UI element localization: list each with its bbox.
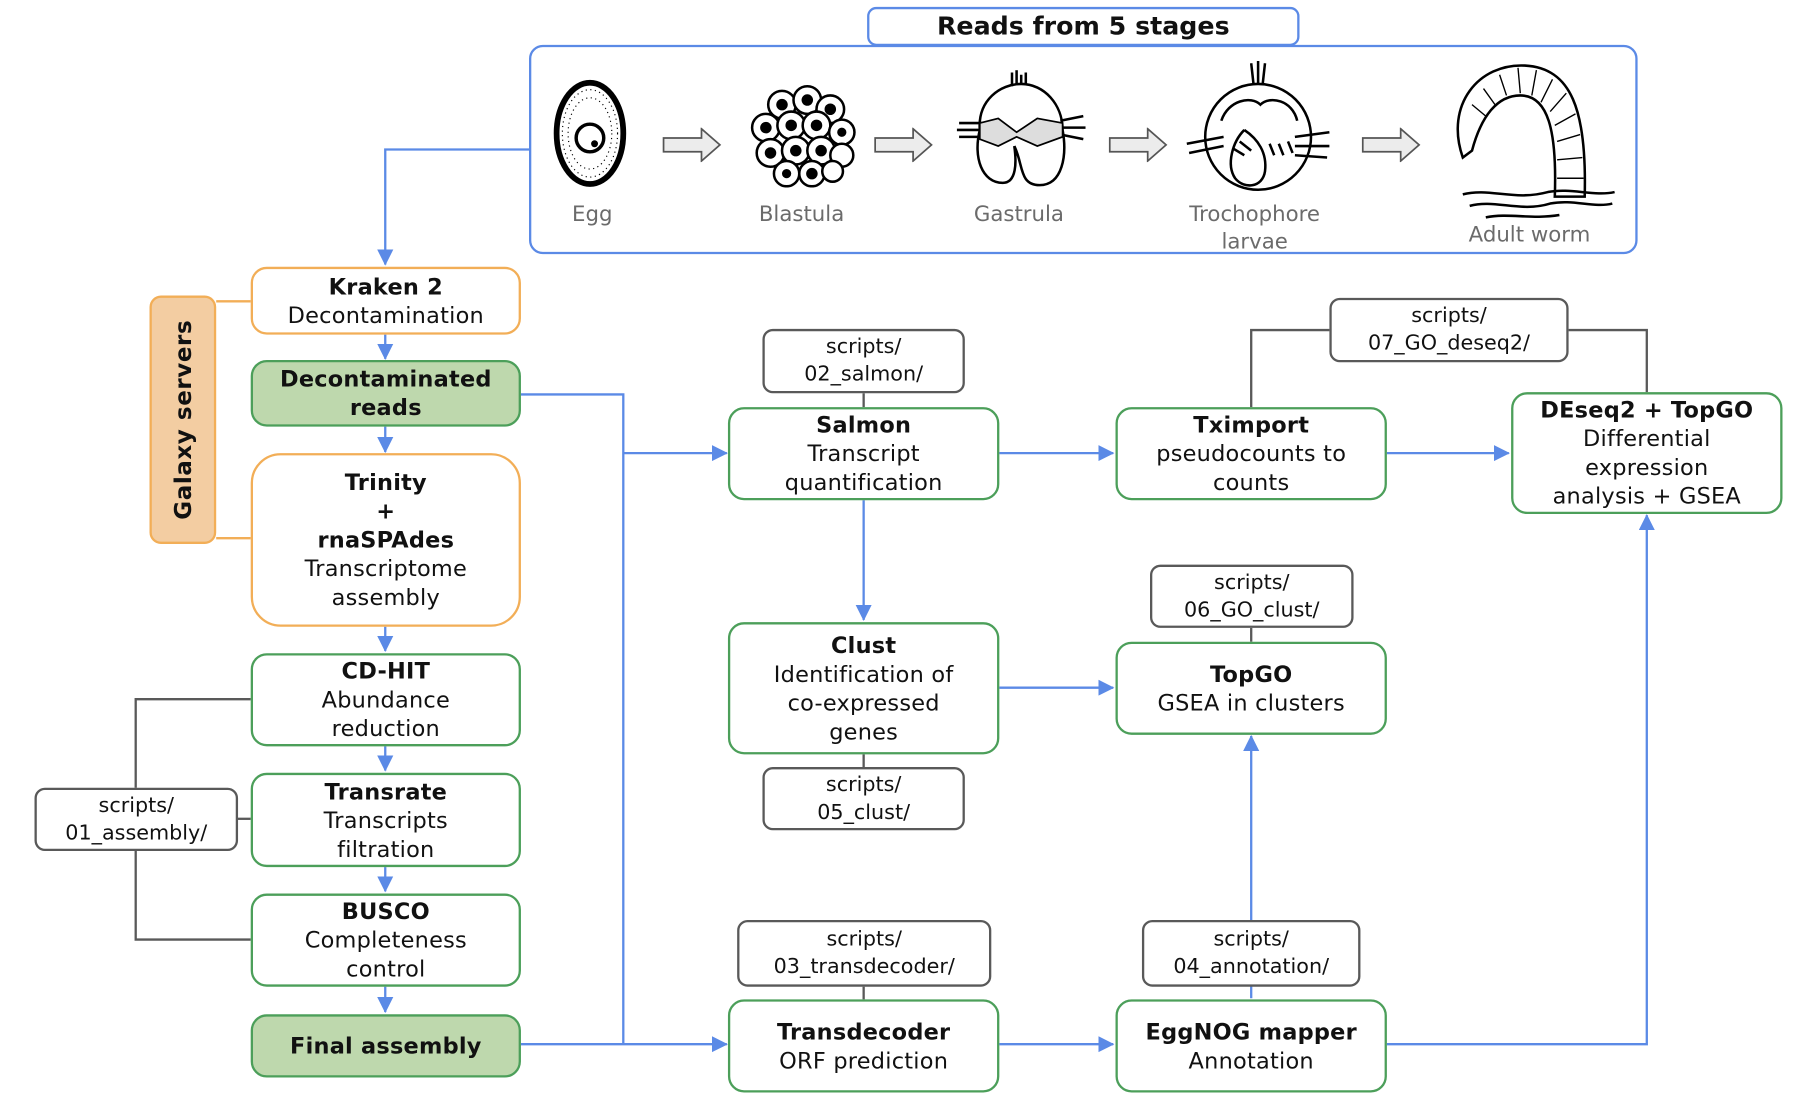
- node-desc: counts: [1213, 469, 1290, 496]
- stage-label-adult-worm: Adult worm: [1468, 223, 1591, 248]
- node-title: Trinity: [344, 469, 427, 496]
- stage-label-gastrula: Gastrula: [973, 202, 1064, 227]
- node-title: Clust: [830, 631, 897, 659]
- pipeline-diagram: Reads from 5 stages Egg Blastula Gastrul…: [0, 0, 1794, 1102]
- reads-panel-title: Reads from 5 stages: [867, 6, 1300, 46]
- galaxy-servers-group: Galaxy servers: [149, 295, 217, 544]
- script-path-line1: scripts/: [825, 334, 902, 359]
- node-title: Decontaminated: [279, 365, 492, 393]
- script01-link-cdhit: [134, 698, 251, 788]
- stage-arrow-icon: [1361, 127, 1421, 163]
- node-desc: Completeness: [304, 926, 467, 954]
- node-desc: Differential: [1583, 425, 1711, 452]
- stage-label-trochophore: Trochophore larvae: [1163, 201, 1347, 256]
- script-path-line1: scripts/: [98, 792, 174, 818]
- node-title: DEseq2 + TopGO: [1540, 396, 1754, 424]
- node-desc: control: [346, 955, 426, 983]
- node-title: BUSCO: [341, 898, 430, 925]
- script-06-go-clust[interactable]: scripts/ 06_GO_clust/: [1150, 564, 1354, 628]
- node-desc: Decontamination: [287, 301, 484, 329]
- node-title: Kraken 2: [328, 273, 443, 300]
- node-title: Tximport: [1193, 411, 1310, 439]
- stage-label-trochophore-line2: larvae: [1221, 230, 1288, 255]
- node-desc: expression: [1585, 454, 1709, 481]
- node-transdecoder[interactable]: Transdecoder ORF prediction: [727, 999, 1000, 1093]
- node-transrate[interactable]: Transrate Transcripts filtration: [250, 772, 521, 868]
- script-path-line2: 01_assembly/: [65, 820, 208, 845]
- trochophore-illustration: [1186, 60, 1330, 192]
- node-desc: ORF prediction: [779, 1047, 949, 1074]
- arrow-eggnog-to-deseq: [1386, 514, 1655, 1046]
- node-trinity-rnaspades[interactable]: Trinity + rnaSPAdes Transcriptome assemb…: [250, 453, 521, 627]
- blastula-illustration: [750, 84, 856, 188]
- egg-illustration: [553, 79, 627, 187]
- node-desc: genes: [829, 718, 899, 745]
- node-desc: co-expressed: [787, 689, 940, 716]
- node-desc: assembly: [331, 584, 440, 611]
- node-desc: Transcripts: [323, 806, 448, 834]
- script-01-assembly[interactable]: scripts/ 01_assembly/: [34, 787, 239, 851]
- stage-arrow-icon: [662, 127, 722, 163]
- script-path-line2: 06_GO_clust/: [1184, 597, 1320, 622]
- adult-worm-illustration: [1456, 64, 1615, 219]
- script-04-annotation[interactable]: scripts/ 04_annotation/: [1141, 920, 1361, 987]
- stage-label-egg: Egg: [572, 202, 613, 227]
- node-title: TopGO: [1209, 660, 1293, 688]
- node-desc: Identification of: [773, 660, 954, 688]
- node-title: reads: [349, 394, 422, 421]
- script-path-line1: scripts/: [825, 772, 902, 797]
- node-desc: Abundance: [321, 686, 451, 713]
- node-title: +: [376, 497, 396, 525]
- script-07-go-deseq2[interactable]: scripts/ 07_GO_deseq2/: [1329, 297, 1569, 363]
- script-path-line2: 07_GO_deseq2/: [1367, 331, 1531, 356]
- script-path-line2: 02_salmon/: [804, 362, 924, 387]
- stage-arrow-icon: [874, 127, 933, 163]
- stage-arrow-icon: [1108, 127, 1168, 163]
- node-cd-hit[interactable]: CD-HIT Abundance reduction: [250, 653, 521, 747]
- node-topgo[interactable]: TopGO GSEA in clusters: [1115, 641, 1387, 735]
- node-salmon[interactable]: Salmon Transcript quantification: [727, 407, 1000, 501]
- script01-link-busco: [134, 850, 251, 941]
- script-02-salmon[interactable]: scripts/ 02_salmon/: [762, 328, 965, 394]
- node-kraken[interactable]: Kraken 2 Decontamination: [250, 266, 521, 335]
- stage-label-blastula: Blastula: [758, 202, 845, 227]
- node-deseq2-topgo[interactable]: DEseq2 + TopGO Differential expression a…: [1511, 392, 1783, 515]
- node-title: rnaSPAdes: [317, 526, 455, 554]
- node-desc: GSEA in clusters: [1157, 689, 1345, 716]
- gastrula-illustration: [956, 70, 1086, 187]
- script-path-line1: scripts/: [1214, 569, 1290, 594]
- node-final-assembly[interactable]: Final assembly: [250, 1014, 521, 1078]
- node-desc: filtration: [337, 835, 435, 862]
- node-clust[interactable]: Clust Identification of co-expressed gen…: [727, 622, 1000, 755]
- node-desc: Annotation: [1188, 1047, 1314, 1074]
- node-desc: reduction: [331, 715, 440, 742]
- node-title: Salmon: [816, 411, 912, 439]
- script-path-line1: scripts/: [1411, 303, 1487, 328]
- node-desc: pseudocounts to: [1156, 440, 1347, 467]
- node-desc: Transcriptome: [304, 555, 468, 582]
- node-title: CD-HIT: [341, 657, 431, 685]
- galaxy-servers-label: Galaxy servers: [169, 319, 197, 520]
- script-path-line2: 05_clust/: [817, 799, 911, 824]
- script-path-line1: scripts/: [826, 926, 902, 952]
- node-title: Final assembly: [290, 1032, 482, 1060]
- node-decontaminated-reads[interactable]: Decontaminated reads: [250, 359, 521, 427]
- script-03-transdecoder[interactable]: scripts/ 03_transdecoder/: [737, 920, 992, 987]
- node-title: EggNOG mapper: [1145, 1018, 1357, 1045]
- node-busco[interactable]: BUSCO Completeness control: [250, 893, 521, 987]
- script-path-line1: scripts/: [1213, 926, 1289, 952]
- stage-label-trochophore-line1: Trochophore: [1189, 202, 1321, 227]
- node-eggnog-mapper[interactable]: EggNOG mapper Annotation: [1115, 999, 1387, 1093]
- node-title: Transdecoder: [776, 1018, 951, 1045]
- script-05-clust[interactable]: scripts/ 05_clust/: [762, 767, 965, 831]
- arrow-decontaminated-to-salmon: [520, 393, 625, 1045]
- script-path-line2: 04_annotation/: [1173, 954, 1330, 979]
- node-desc: analysis + GSEA: [1552, 483, 1742, 510]
- script-path-line2: 03_transdecoder/: [773, 954, 955, 979]
- node-title: Transrate: [324, 777, 448, 805]
- node-desc: Transcript: [807, 440, 920, 467]
- node-tximport[interactable]: Tximport pseudocounts to counts: [1115, 407, 1387, 501]
- stages-panel: Egg Blastula Gastrula Trochophore larvae…: [529, 44, 1638, 256]
- node-desc: quantification: [784, 469, 943, 496]
